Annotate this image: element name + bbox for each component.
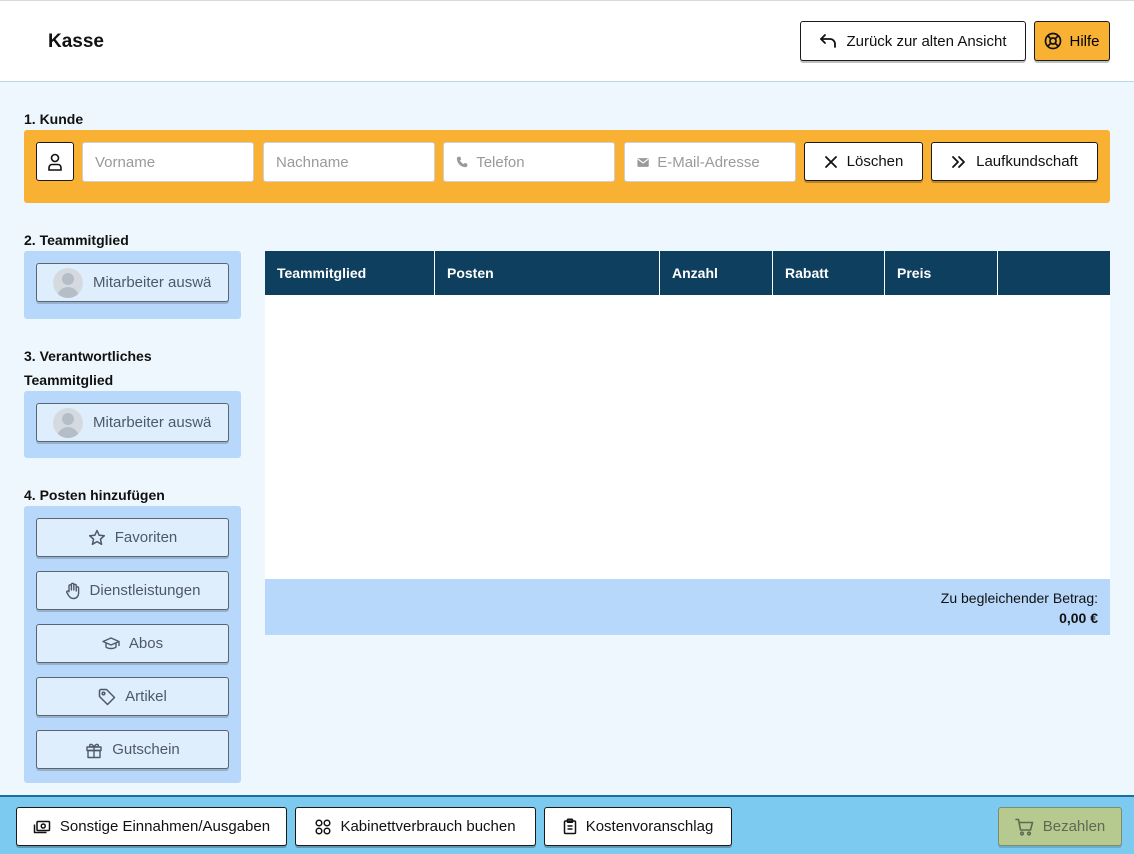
select-responsible-member-button[interactable]: Mitarbeiter auswä xyxy=(36,403,229,442)
add-items-panel: Favoriten Dienstleistungen Abos Artikel … xyxy=(24,506,241,783)
column-header-team-member: Teammitglied xyxy=(265,251,435,295)
double-chevron-right-icon xyxy=(952,155,966,168)
graduation-cap-icon xyxy=(102,636,120,649)
subscriptions-button[interactable]: Abos xyxy=(36,624,229,663)
phone-field[interactable] xyxy=(443,142,615,182)
column-header-discount: Rabatt xyxy=(773,251,885,295)
footer-bar: Sonstige Einnahmen/Ausgaben Kabinettverb… xyxy=(0,795,1134,854)
other-income-expenses-label: Sonstige Einnahmen/Ausgaben xyxy=(59,818,271,835)
back-button-label: Zurück zur alten Ansicht xyxy=(846,32,1007,50)
other-income-expenses-button[interactable]: Sonstige Einnahmen/Ausgaben xyxy=(16,807,287,846)
select-team-member-button[interactable]: Mitarbeiter auswä xyxy=(36,263,229,302)
customer-lookup-button[interactable] xyxy=(36,142,74,181)
favorites-label: Favoriten xyxy=(114,529,178,546)
responsible-member-panel: Mitarbeiter auswä xyxy=(24,391,241,458)
book-cabinet-consumption-label: Kabinettverbrauch buchen xyxy=(340,818,516,835)
subscriptions-label: Abos xyxy=(128,635,164,652)
cash-register-icon xyxy=(33,820,51,833)
team-member-section-label: 2. Teammitglied xyxy=(24,232,129,248)
responsible-member-section-label-line2: Teammitglied xyxy=(24,372,114,388)
lastname-input[interactable] xyxy=(276,153,434,171)
page-title: Kasse xyxy=(48,31,104,52)
phone-icon xyxy=(456,156,468,168)
select-responsible-member-label: Mitarbeiter auswä xyxy=(93,414,212,431)
voucher-button[interactable]: Gutschein xyxy=(36,730,229,769)
avatar-placeholder-icon xyxy=(53,407,83,438)
clear-button-label: Löschen xyxy=(846,153,904,170)
total-label: Zu begleichender Betrag: xyxy=(940,590,1098,606)
gift-icon xyxy=(86,743,102,758)
back-to-old-view-button[interactable]: Zurück zur alten Ansicht xyxy=(800,21,1026,61)
walk-in-button-label: Laufkundschaft xyxy=(976,153,1078,170)
hand-icon xyxy=(65,582,79,599)
email-field[interactable] xyxy=(624,142,796,182)
cart-table: Teammitglied Posten Anzahl Rabatt Preis … xyxy=(265,251,1110,635)
column-header-actions xyxy=(998,251,1110,295)
articles-label: Artikel xyxy=(125,688,167,705)
grid-circles-icon xyxy=(315,818,331,835)
app-header: Kasse Zurück zur alten Ansicht Hilfe xyxy=(0,0,1134,82)
column-header-price: Preis xyxy=(885,251,998,295)
customer-bar: Löschen Laufkundschaft xyxy=(24,130,1110,203)
cost-estimate-label: Kostenvoranschlag xyxy=(585,818,714,835)
undo-arrow-icon xyxy=(820,34,837,48)
firstname-input[interactable] xyxy=(95,153,253,171)
total-amount: 0,00 € xyxy=(1059,610,1098,626)
phone-input[interactable] xyxy=(476,153,614,171)
column-header-item: Posten xyxy=(435,251,660,295)
clear-customer-button[interactable]: Löschen xyxy=(804,142,923,181)
table-header: Teammitglied Posten Anzahl Rabatt Preis xyxy=(265,251,1110,295)
close-icon xyxy=(824,155,837,168)
add-items-section-label: 4. Posten hinzufügen xyxy=(24,487,165,503)
select-team-member-label: Mitarbeiter auswä xyxy=(93,274,212,291)
pay-button[interactable]: Bezahlen xyxy=(998,807,1122,846)
user-icon xyxy=(48,153,62,171)
favorites-button[interactable]: Favoriten xyxy=(36,518,229,557)
avatar-placeholder-icon xyxy=(53,267,83,298)
articles-button[interactable]: Artikel xyxy=(36,677,229,716)
voucher-label: Gutschein xyxy=(112,741,180,758)
clipboard-icon xyxy=(563,818,576,835)
cost-estimate-button[interactable]: Kostenvoranschlag xyxy=(544,807,732,846)
services-label: Dienstleistungen xyxy=(89,582,201,599)
book-cabinet-consumption-button[interactable]: Kabinettverbrauch buchen xyxy=(295,807,536,846)
firstname-field[interactable] xyxy=(82,142,254,182)
column-header-quantity: Anzahl xyxy=(660,251,773,295)
customer-section-label: 1. Kunde xyxy=(24,111,84,127)
responsible-member-section-label-line1: 3. Verantwortliches xyxy=(24,348,152,364)
lifebuoy-icon xyxy=(1045,32,1062,50)
pay-button-label: Bezahlen xyxy=(1042,818,1106,835)
star-icon xyxy=(88,529,105,545)
envelope-icon xyxy=(637,157,649,167)
team-member-panel: Mitarbeiter auswä xyxy=(24,251,241,319)
tag-icon xyxy=(98,688,116,705)
walk-in-customer-button[interactable]: Laufkundschaft xyxy=(931,142,1098,181)
lastname-field[interactable] xyxy=(263,142,435,182)
help-button-label: Hilfe xyxy=(1069,32,1100,50)
shopping-cart-icon xyxy=(1014,818,1034,836)
table-total: Zu begleichender Betrag: 0,00 € xyxy=(265,579,1110,635)
services-button[interactable]: Dienstleistungen xyxy=(36,571,229,610)
email-input[interactable] xyxy=(657,153,795,171)
help-button[interactable]: Hilfe xyxy=(1034,21,1110,61)
